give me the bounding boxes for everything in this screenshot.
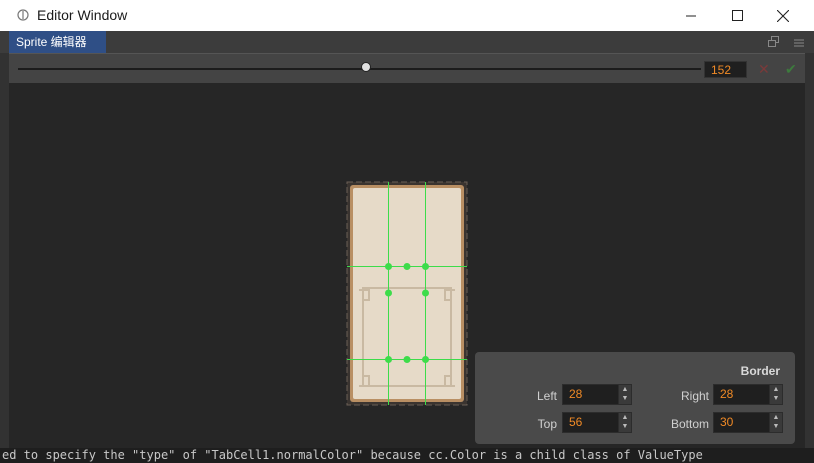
menu-icon[interactable] [794,38,804,48]
right-stepper[interactable]: ▲ ▼ [769,385,782,404]
tab-sprite-editor[interactable]: Sprite 编辑器 [9,31,106,53]
close-button[interactable] [760,0,806,31]
zoom-slider-thumb[interactable] [361,62,372,72]
cancel-icon[interactable]: ✕ [758,60,770,78]
sprite-preview [346,181,468,406]
border-title: Border [740,364,780,378]
minimize-button[interactable] [668,0,714,31]
top-input[interactable]: 56 ▲ ▼ [562,412,632,433]
handle-bottom-right [422,356,429,363]
handle-top-left [385,263,392,270]
border-panel: Border Left 28 ▲ ▼ Right 28 ▲ ▼ Top 56 ▲ ▼ … [475,352,795,444]
handle-top-center [403,263,411,270]
maximize-button[interactable] [714,0,760,31]
top-label: Top [537,417,557,431]
close-icon [777,9,789,22]
title-bar: Editor Window [0,0,814,32]
bottom-label: Bottom [670,417,709,431]
right-gutter [805,53,814,448]
popout-icon[interactable] [767,36,780,48]
console-log-line: ed to specify the "type" of "TabCell1.no… [0,448,814,463]
zoom-toolbar: 152 ✕ ✔ [9,53,805,83]
bottom-value: 30 [720,415,734,429]
maximize-icon [731,10,743,21]
handle-mid-right [422,289,429,297]
top-stepper[interactable]: ▲ ▼ [618,413,631,432]
bottom-input[interactable]: 30 ▲ ▼ [713,412,783,433]
right-value: 28 [720,387,734,401]
check-icon[interactable]: ✔ [785,60,797,78]
left-gutter [0,53,9,448]
right-label: Right [680,389,709,403]
window-title: Editor Window [37,7,128,23]
zoom-slider-track[interactable] [18,68,701,70]
minimize-icon [685,15,696,17]
handle-bottom-center [403,356,411,363]
tab-actions [767,35,804,53]
handle-bottom-left [385,356,392,363]
left-input[interactable]: 28 ▲ ▼ [562,384,632,405]
handle-top-right [422,263,429,270]
right-input[interactable]: 28 ▲ ▼ [713,384,783,405]
bottom-stepper[interactable]: ▲ ▼ [769,413,782,432]
top-value: 56 [569,415,583,429]
handle-mid-left [385,289,392,297]
zoom-value-field[interactable]: 152 [704,61,747,78]
left-value: 28 [569,387,583,401]
app-icon [17,9,29,21]
left-stepper[interactable]: ▲ ▼ [618,385,631,404]
left-label: Left [536,389,557,403]
tab-bar: Sprite 编辑器 [0,31,814,53]
